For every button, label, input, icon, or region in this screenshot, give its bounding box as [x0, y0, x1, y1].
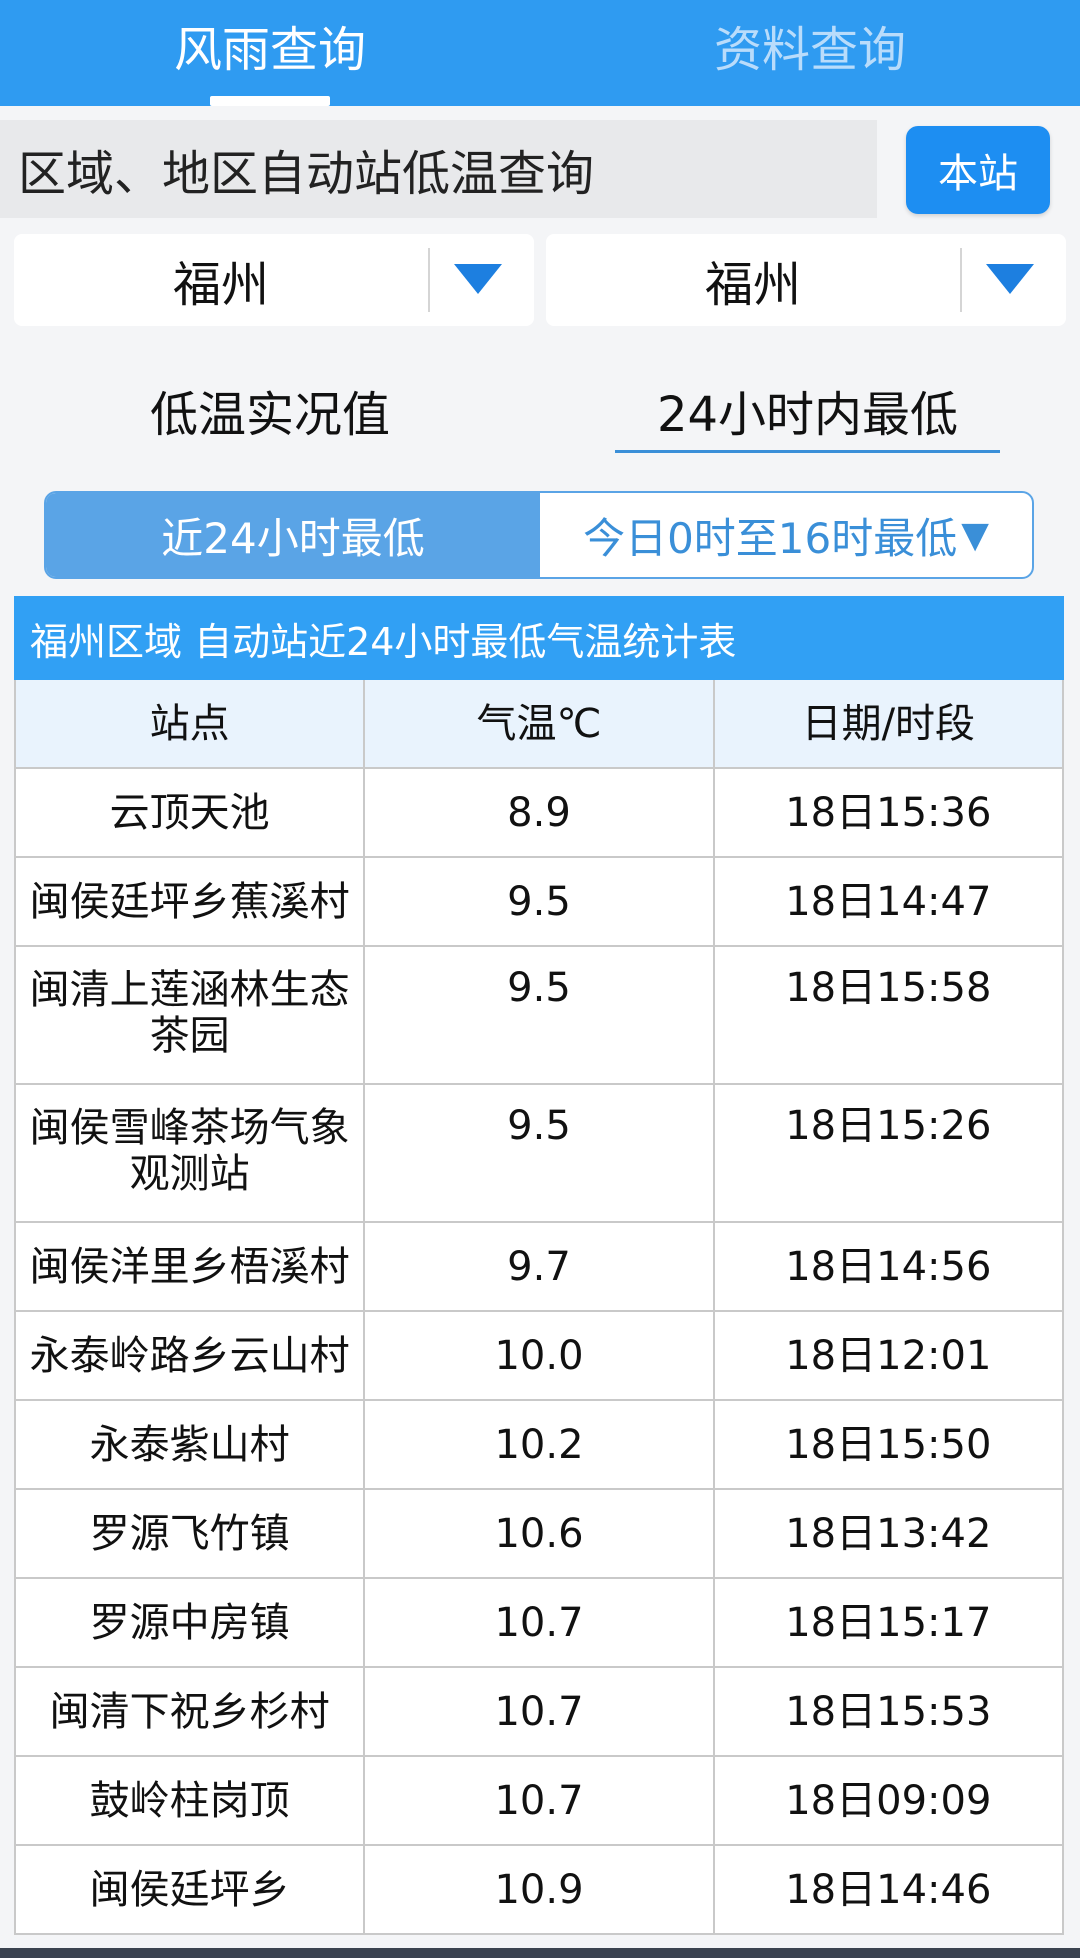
- cell-time: 18日15:53: [715, 1668, 1064, 1755]
- table-row[interactable]: 闽侯廷坪乡蕉溪村 9.5 18日14:47: [16, 858, 1064, 947]
- triangle-down-icon: ▼: [961, 514, 989, 556]
- tab-wind-rain-query[interactable]: 风雨查询: [0, 0, 540, 106]
- cell-temp: 9.5: [365, 858, 715, 945]
- table-row[interactable]: 永泰岭路乡云山村 10.0 18日12:01: [16, 1312, 1064, 1401]
- cell-station: 鼓岭柱岗顶: [16, 1757, 366, 1844]
- mode-24h-low[interactable]: 24小时内最低: [615, 370, 1000, 450]
- cell-time: 18日14:56: [715, 1223, 1064, 1310]
- cell-temp: 9.5: [365, 1085, 715, 1221]
- table-title: 福州区域 自动站近24小时最低气温统计表: [14, 596, 1064, 680]
- segment-last-24h[interactable]: 近24小时最低: [46, 493, 540, 577]
- dropdown-divider: [960, 248, 962, 312]
- table-row[interactable]: 闽侯廷坪乡 10.9 18日14:46: [16, 1846, 1064, 1935]
- triangle-down-icon[interactable]: [454, 264, 502, 294]
- segment-today-label: 今日0时至16时最低: [583, 513, 958, 563]
- cell-station: 闽侯廷坪乡蕉溪村: [16, 858, 366, 945]
- this-station-button[interactable]: 本站: [906, 126, 1050, 214]
- dropdown-divider: [428, 248, 430, 312]
- cell-temp: 10.7: [365, 1579, 715, 1666]
- tab-data-query[interactable]: 资料查询: [540, 0, 1080, 106]
- cell-temp: 9.7: [365, 1223, 715, 1310]
- table-row[interactable]: 闽清上莲涵林生态茶园 9.5 18日15:58: [16, 947, 1064, 1085]
- cell-time: 18日15:50: [715, 1401, 1064, 1488]
- cell-time: 18日15:36: [715, 769, 1064, 856]
- cell-time: 18日15:17: [715, 1579, 1064, 1666]
- period-segmented-control: 近24小时最低 今日0时至16时最低 ▼: [44, 491, 1034, 579]
- cell-time: 18日09:09: [715, 1757, 1064, 1844]
- query-title: 区域、地区自动站低温查询: [0, 120, 877, 218]
- cell-time: 18日15:58: [715, 947, 1064, 1083]
- cell-time: 18日14:47: [715, 858, 1064, 945]
- cell-station: 闽侯洋里乡梧溪村: [16, 1223, 366, 1310]
- low-temp-table: 站点 气温℃ 日期/时段 云顶天池 8.9 18日15:36 闽侯廷坪乡蕉溪村 …: [14, 680, 1064, 1935]
- mode-selected-underline: [615, 450, 1000, 453]
- cell-time: 18日15:26: [715, 1085, 1064, 1221]
- header-station[interactable]: 站点: [16, 680, 366, 767]
- cell-station: 云顶天池: [16, 769, 366, 856]
- table-row[interactable]: 闽侯雪峰茶场气象观测站 9.5 18日15:26: [16, 1085, 1064, 1223]
- active-tab-indicator: [210, 96, 330, 106]
- table-row[interactable]: 鼓岭柱岗顶 10.7 18日09:09: [16, 1757, 1064, 1846]
- area-dropdown[interactable]: 福州: [546, 234, 1066, 326]
- table-header-row: 站点 气温℃ 日期/时段: [16, 680, 1064, 769]
- cell-temp: 10.7: [365, 1757, 715, 1844]
- cell-station: 罗源飞竹镇: [16, 1490, 366, 1577]
- region-dropdown[interactable]: 福州: [14, 234, 534, 326]
- table-row[interactable]: 闽清下祝乡杉村 10.7 18日15:53: [16, 1668, 1064, 1757]
- cell-station: 闽清下祝乡杉村: [16, 1668, 366, 1755]
- cell-time: 18日14:46: [715, 1846, 1064, 1933]
- cell-temp: 10.6: [365, 1490, 715, 1577]
- table-row[interactable]: 罗源中房镇 10.7 18日15:17: [16, 1579, 1064, 1668]
- bottom-edge-bar: [0, 1948, 1080, 1958]
- cell-station: 闽清上莲涵林生态茶园: [16, 947, 366, 1083]
- cell-temp: 8.9: [365, 769, 715, 856]
- cell-temp: 10.7: [365, 1668, 715, 1755]
- table-row[interactable]: 罗源飞竹镇 10.6 18日13:42: [16, 1490, 1064, 1579]
- table-row[interactable]: 闽侯洋里乡梧溪村 9.7 18日14:56: [16, 1223, 1064, 1312]
- cell-time: 18日12:01: [715, 1312, 1064, 1399]
- cell-station: 罗源中房镇: [16, 1579, 366, 1666]
- cell-temp: 10.0: [365, 1312, 715, 1399]
- cell-temp: 10.9: [365, 1846, 715, 1933]
- cell-station: 永泰岭路乡云山村: [16, 1312, 366, 1399]
- table-row[interactable]: 永泰紫山村 10.2 18日15:50: [16, 1401, 1064, 1490]
- table-row[interactable]: 云顶天池 8.9 18日15:36: [16, 769, 1064, 858]
- area-dropdown-value: 福州: [704, 257, 801, 313]
- region-dropdown-value: 福州: [172, 257, 269, 313]
- mode-live-low-temp[interactable]: 低温实况值: [0, 370, 540, 450]
- triangle-down-icon[interactable]: [986, 264, 1034, 294]
- top-tab-bar: 风雨查询 资料查询: [0, 0, 1080, 106]
- cell-temp: 9.5: [365, 947, 715, 1083]
- cell-station: 永泰紫山村: [16, 1401, 366, 1488]
- cell-temp: 10.2: [365, 1401, 715, 1488]
- cell-station: 闽侯廷坪乡: [16, 1846, 366, 1933]
- header-date-time[interactable]: 日期/时段: [715, 680, 1064, 767]
- segment-today-0-16h[interactable]: 今日0时至16时最低 ▼: [540, 493, 1032, 577]
- cell-time: 18日13:42: [715, 1490, 1064, 1577]
- header-temperature[interactable]: 气温℃: [365, 680, 715, 767]
- cell-station: 闽侯雪峰茶场气象观测站: [16, 1085, 366, 1221]
